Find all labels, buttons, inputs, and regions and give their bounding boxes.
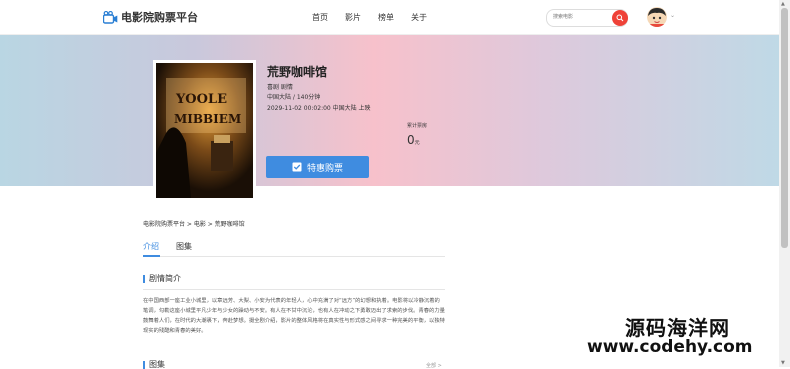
box-office-number: 0: [407, 133, 415, 147]
user-avatar[interactable]: [647, 7, 667, 27]
box-office-label: 累计票房: [407, 123, 428, 129]
scroll-down-icon[interactable]: ▼: [781, 360, 785, 366]
box-office-value: 0元: [407, 133, 420, 147]
buy-ticket-label: 特惠购票: [306, 163, 343, 174]
movie-camera-icon: [103, 10, 118, 24]
brand-logo[interactable]: 电影院购票平台: [103, 9, 198, 25]
avatar-face-icon: [647, 7, 667, 27]
scrollbar-thumb[interactable]: [781, 8, 788, 248]
box-office-unit: 元: [414, 140, 420, 146]
gallery-all-link[interactable]: 全部 >: [426, 362, 442, 369]
nav-home[interactable]: 首页: [312, 12, 328, 23]
search-button[interactable]: [612, 10, 628, 26]
poster-image: YOOLE MIBBIEM: [156, 63, 253, 198]
movie-release-date: 2029-11-02 00:02:00 中国大陆 上映: [267, 105, 371, 112]
movie-title: 荒野咖啡馆: [267, 65, 328, 79]
poster-text-bottom: MIBBIEM: [174, 112, 241, 126]
poster-text-top: YOOLE: [175, 92, 227, 107]
watermark-url: www.codehy.com: [587, 337, 753, 357]
nav-movies[interactable]: 影片: [345, 12, 361, 23]
tab-intro[interactable]: 介绍: [143, 241, 159, 252]
buy-ticket-button[interactable]: 特惠购票: [266, 156, 369, 178]
movie-banner: [0, 35, 779, 186]
nav-about[interactable]: 关于: [411, 12, 427, 23]
movie-region-duration: 中国大陆 / 140分钟: [267, 94, 321, 101]
scroll-up-icon[interactable]: ▲: [781, 1, 785, 7]
movie-genre: 喜剧 剧情: [267, 84, 293, 91]
search-input[interactable]: [553, 12, 609, 22]
brand-name: 电影院购票平台: [121, 11, 198, 24]
search-icon: [616, 14, 624, 22]
nav-rankings[interactable]: 榜单: [378, 12, 394, 23]
chevron-down-icon[interactable]: ⌄: [670, 12, 675, 19]
tab-gallery[interactable]: 图集: [176, 241, 192, 252]
synopsis-title: 剧情简介: [143, 275, 181, 283]
breadcrumb[interactable]: 电影院购票平台 > 电影 > 荒野咖啡馆: [143, 219, 245, 228]
ticket-check-icon: [292, 162, 302, 172]
movie-poster: YOOLE MIBBIEM: [156, 63, 253, 198]
synopsis-text: 在中国西部一座工业小城里，以章远芳、大梨、小安为代表的年轻人，心中充满了对“远方…: [143, 298, 445, 334]
section-divider: [143, 289, 445, 290]
tab-active-indicator: [143, 255, 160, 257]
gallery-title: 图集: [143, 361, 165, 369]
